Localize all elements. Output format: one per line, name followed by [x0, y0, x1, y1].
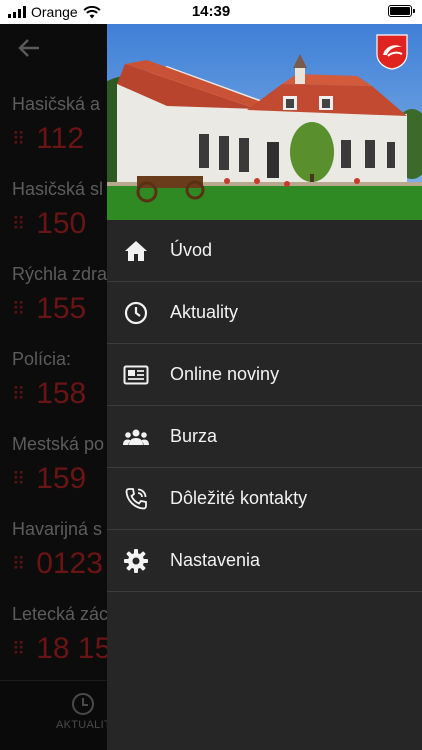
contact-number: ⠿ 0123: [12, 547, 103, 581]
menu-item-label: Online noviny: [170, 364, 280, 384]
contact-number-value: 158: [36, 377, 87, 410]
clock-time: 14:39: [191, 3, 231, 20]
battery-icon: [388, 5, 415, 17]
menu-item-settings[interactable]: Nastavenia: [107, 530, 422, 592]
keypad-icon: ⠿: [12, 468, 25, 489]
menu-item-home[interactable]: Úvod: [107, 220, 422, 282]
contact-number: ⠿ 18 15: [12, 632, 111, 666]
keypad-icon: ⠿: [12, 128, 25, 149]
contact-name: Hasičská sl: [12, 179, 104, 199]
contact-number-value: 112: [36, 122, 85, 155]
keypad-icon: ⠿: [12, 383, 25, 404]
header-photo: [107, 24, 422, 220]
keypad-icon: ⠿: [12, 213, 25, 234]
contact-number-value: 150: [36, 207, 87, 240]
contact-name: Polícia:: [12, 349, 72, 369]
bottom-nav-item-news[interactable]: AKTUALIT: [56, 693, 111, 731]
status-bar: Orange 14:39: [0, 0, 422, 24]
contact-name: Rýchla zdra: [12, 264, 108, 284]
menu-item-news[interactable]: Aktuality: [107, 282, 422, 344]
contact-number-value: 0123: [36, 547, 103, 580]
contact-number-value: 18 15: [36, 632, 112, 665]
home-icon: [123, 238, 149, 264]
contact-number-value: 159: [36, 462, 87, 495]
contact-number: ⠿ 150: [12, 207, 86, 241]
contact-number: ⠿ 155: [12, 292, 86, 326]
coat-of-arms-icon: [376, 34, 408, 70]
menu-item-label: Dôležité kontakty: [170, 488, 308, 508]
contact-number: ⠿ 158: [12, 377, 86, 411]
clock-icon: [123, 300, 149, 326]
menu-item-online-newspaper[interactable]: Online noviny: [107, 344, 422, 406]
contact-name: Havarijná s: [12, 519, 103, 539]
menu-item-label: Úvod: [170, 240, 213, 260]
contact-number: ⠿ 159: [12, 462, 86, 496]
menu-item-market[interactable]: Burza: [107, 406, 422, 468]
menu-item-label: Burza: [170, 426, 218, 446]
gear-icon: [123, 548, 149, 574]
contact-number: ⠿ 112: [12, 122, 84, 156]
navigation-drawer: Úvod Aktuality Online noviny Burza Dôlež…: [107, 24, 422, 750]
keypad-icon: ⠿: [12, 298, 25, 319]
contact-name: Mestská po: [12, 434, 105, 454]
keypad-icon: ⠿: [12, 638, 25, 659]
back-arrow-icon[interactable]: [18, 38, 40, 60]
menu-item-label: Nastavenia: [170, 550, 261, 570]
contact-name: Hasičská a: [12, 94, 101, 114]
people-icon: [123, 424, 149, 450]
menu-item-important-contacts[interactable]: Dôležité kontakty: [107, 468, 422, 530]
contact-name: Letecká zác: [12, 604, 109, 624]
contact-number-value: 155: [36, 292, 87, 325]
clock-icon: [72, 693, 95, 715]
bottom-nav-label: AKTUALIT: [56, 719, 111, 731]
menu-item-label: Aktuality: [170, 302, 239, 322]
keypad-icon: ⠿: [12, 553, 25, 574]
newspaper-icon: [123, 362, 149, 388]
phone-call-icon: [123, 486, 149, 512]
